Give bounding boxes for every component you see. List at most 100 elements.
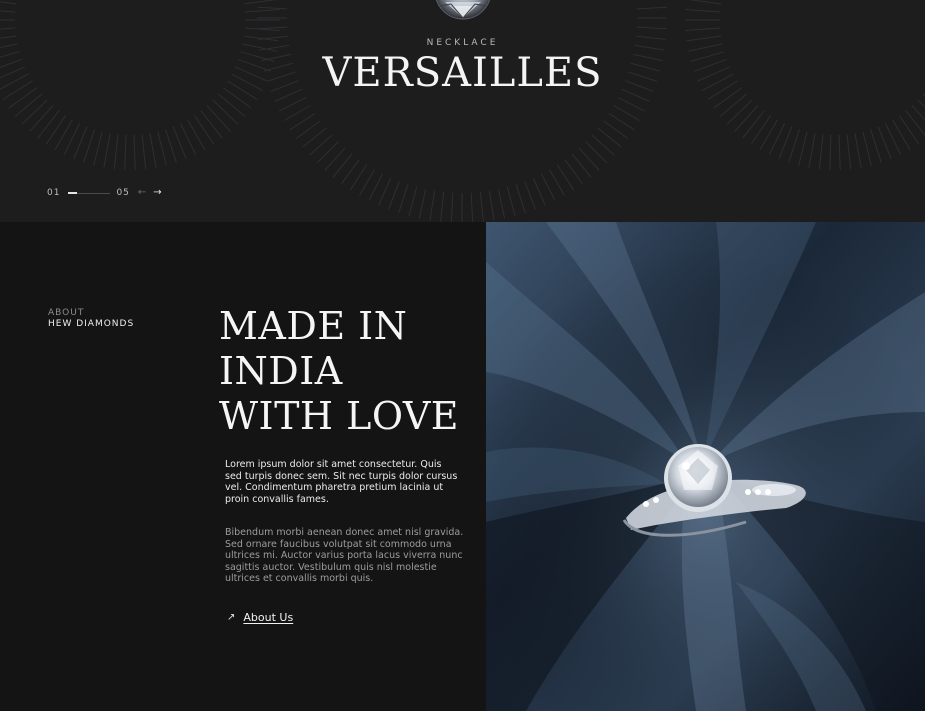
hero-ray-line: [759, 119, 778, 151]
about-section: ABOUT HEW DIAMONDS MADE IN INDIA WITH LO…: [0, 222, 925, 711]
hero-ray-line: [217, 93, 246, 117]
about-heading-line: MADE IN: [219, 304, 408, 348]
hero-ray-line: [862, 131, 872, 166]
hero-ray-line: [788, 129, 800, 163]
hero-ray-line: [892, 119, 911, 151]
hero-ray-line: [212, 99, 239, 125]
hero-ray-line: [898, 115, 920, 145]
hero-ray-line: [854, 133, 862, 168]
hero-ray-line: [685, 9, 721, 13]
hero-ray-line: [585, 141, 608, 164]
hero-ray-line: [193, 115, 215, 145]
hero-ray-line: [378, 177, 392, 206]
hero-ray-line: [734, 105, 759, 132]
about-heading-line: INDIA: [219, 349, 343, 393]
hero-ray-line: [617, 97, 645, 112]
diamond-ring-on-silk-image: [486, 222, 925, 711]
hero-ray-line: [133, 134, 136, 170]
hero-ray-line: [103, 133, 111, 168]
slider-progress-track: [68, 192, 111, 194]
hero-ray-line: [450, 192, 454, 222]
hero-ray-line: [149, 133, 157, 168]
hero-ray-line: [470, 192, 474, 222]
hero-ray-line: [689, 0, 722, 5]
hero-ray-line: [316, 141, 339, 164]
hero-ray-line: [165, 129, 177, 163]
hero-ray-line: [685, 27, 721, 31]
hero-ray-line: [45, 115, 67, 145]
hero-ray-line: [429, 190, 436, 221]
hero-ray-line: [726, 99, 753, 125]
slider-current-index: 01: [47, 188, 61, 198]
hero-ray-line: [742, 110, 765, 139]
hero-ray-line: [14, 93, 43, 117]
hero-ray-line: [488, 190, 495, 221]
hero-ray-line: [0, 1, 17, 5]
hero-ray-line: [0, 10, 16, 13]
arrow-left-icon[interactable]: ←: [138, 188, 147, 198]
hero-section: NECKLACE VERSAILLES 01 05 ← →: [0, 0, 925, 222]
hero-ray-line: [93, 131, 103, 166]
arrow-right-icon[interactable]: →: [153, 188, 162, 198]
hero-ray-line: [243, 0, 276, 5]
hero-ray-line: [818, 134, 824, 170]
hero-ray-line: [113, 134, 119, 170]
slider-nav: 01 05 ← →: [47, 186, 163, 200]
hero-ray-line: [636, 6, 667, 10]
hero-ray-line: [497, 189, 506, 219]
hero-ray-line: [257, 6, 288, 10]
slider-progress-fill: [68, 192, 77, 194]
hero-ray-line: [244, 9, 280, 13]
hero-ray-line: [515, 184, 526, 214]
hero-ray-line: [798, 131, 808, 166]
diamond-necklace-image: [435, 0, 491, 20]
hero-ray-line: [829, 134, 832, 170]
hero-ray-line: [124, 134, 127, 170]
hero-ray-line: [532, 177, 546, 206]
hero-ray-line: [506, 186, 516, 217]
hero-ray-line: [808, 133, 816, 168]
hero-ray-line: [636, 26, 667, 30]
hero-ray-line: [206, 105, 231, 132]
hero-ray-line: [408, 186, 418, 217]
hero-ray-line: [83, 129, 95, 163]
hero-ray-line: [549, 169, 565, 196]
hero-ray-line: [54, 119, 73, 151]
hero-ray-line: [0, 27, 16, 30]
hero-ray-line: [21, 99, 48, 125]
hero-ray-line: [187, 119, 206, 151]
about-heading-line: WITH LOVE: [219, 394, 460, 438]
about-paragraph-secondary: Bibendum morbi aenean donec amet nisl gr…: [225, 527, 464, 584]
hero-ray-line: [846, 134, 852, 170]
slider-total-count: 05: [116, 188, 130, 198]
hero-ray-line: [479, 191, 484, 222]
hero-ray-line: [200, 110, 223, 139]
hero-ray-line: [279, 97, 307, 112]
about-kicker-top: ABOUT: [48, 308, 85, 318]
about-us-link-label: About Us: [243, 611, 294, 624]
hero-ray-line: [37, 110, 60, 139]
about-us-link[interactable]: ↗ About Us: [227, 611, 293, 624]
hero-title: VERSAILLES: [322, 50, 603, 96]
hero-eyebrow: NECKLACE: [426, 38, 499, 48]
hero-ray-line: [613, 105, 640, 121]
hero-ray-line: [917, 99, 925, 108]
hero-ray-line: [870, 129, 882, 163]
hero-ray-line: [524, 181, 536, 210]
about-paragraph-primary: Lorem ipsum dolor sit amet consectetur. …: [225, 459, 458, 505]
hero-ray-line: [157, 131, 167, 166]
hero-ray-line: [418, 189, 427, 219]
hero-ray-line: [388, 181, 400, 210]
hero-ray-line: [398, 184, 409, 214]
page: NECKLACE VERSAILLES 01 05 ← → ABOUT HEW …: [0, 0, 925, 711]
about-kicker-bottom: HEW DIAMONDS: [48, 319, 135, 329]
hero-ray-line: [141, 134, 147, 170]
hero-ray-line: [368, 173, 383, 201]
hero-ray-line: [838, 134, 841, 170]
hero-ray-line: [257, 26, 288, 30]
hero-ray-line: [541, 173, 556, 201]
hero-ray-line: [359, 169, 375, 196]
about-heading: MADE IN INDIA WITH LOVE: [219, 304, 484, 439]
hero-ray-line: [905, 110, 925, 137]
about-kicker: ABOUT HEW DIAMONDS: [48, 308, 134, 329]
